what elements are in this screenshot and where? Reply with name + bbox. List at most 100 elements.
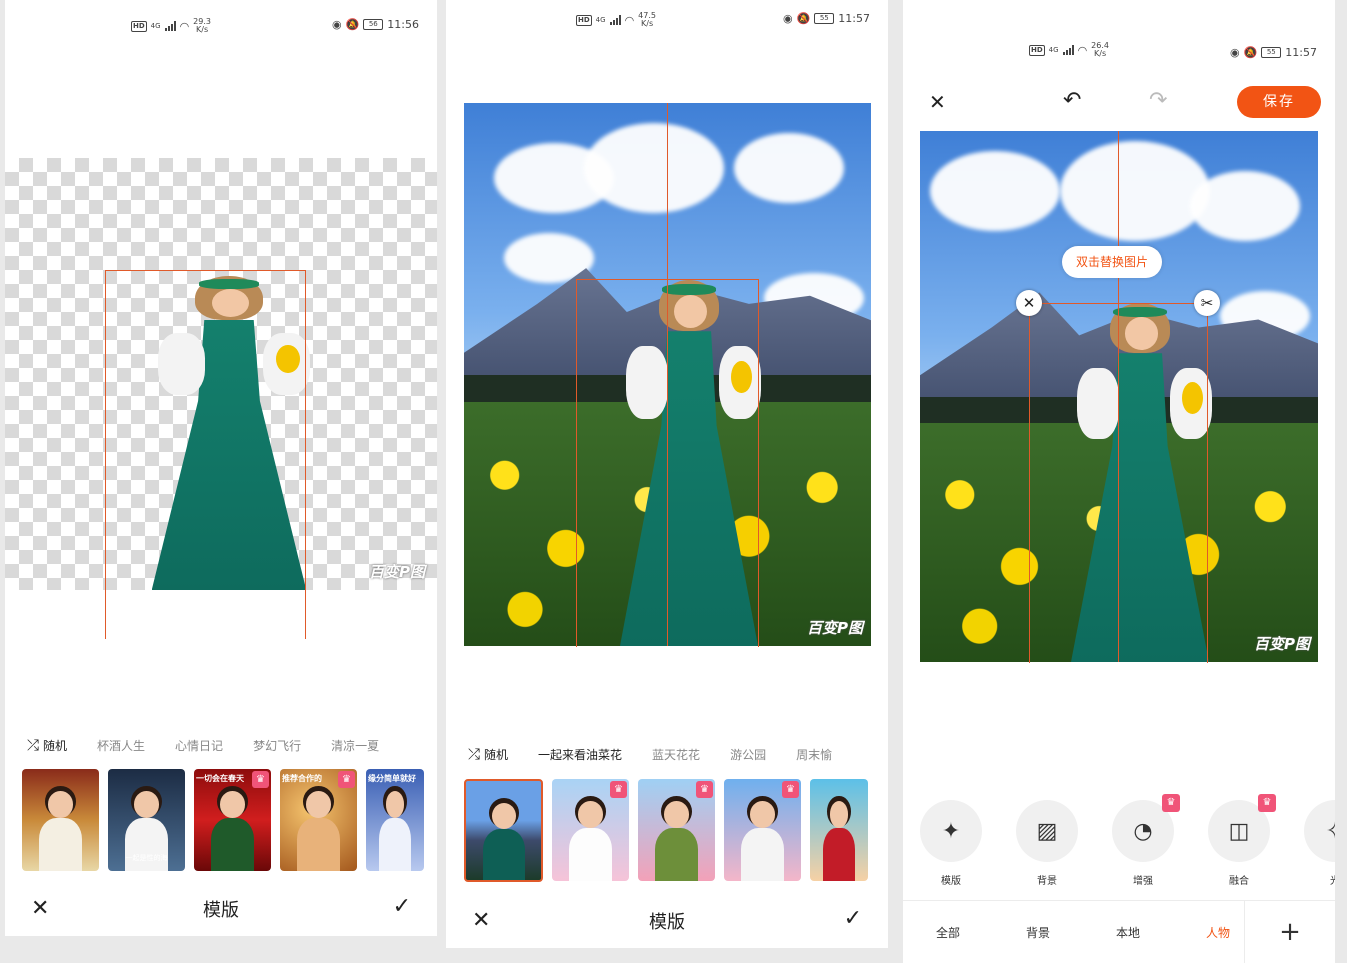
background-icon: ▨ bbox=[1036, 818, 1058, 844]
close-icon[interactable]: ✕ bbox=[929, 90, 946, 114]
thumb-caption: 缘分简单就好 bbox=[368, 774, 416, 783]
template-thumb[interactable]: ♛ bbox=[552, 779, 629, 881]
signal-icon bbox=[164, 21, 176, 31]
tool-label: 背景 bbox=[1037, 876, 1057, 887]
category-bar: 全部 背景 本地 人物 + bbox=[903, 900, 1335, 963]
tab-dream-flight[interactable]: 梦幻飞行 bbox=[253, 737, 301, 754]
tool-label: 融合 bbox=[1229, 876, 1249, 887]
status-bar: HD 4G ◠ 29.3 K/s ◉ 🔕 56 11:56 bbox=[5, 0, 437, 40]
tool-blend[interactable]: ◫ ♛ 融合 bbox=[1207, 794, 1276, 887]
watermark: 百变P图 bbox=[807, 619, 863, 637]
crop-guide-box[interactable] bbox=[576, 279, 759, 647]
magic-wand-icon: ✦ bbox=[941, 818, 961, 844]
category-all[interactable]: 全部 bbox=[903, 924, 993, 941]
bottom-title: 模版 bbox=[649, 912, 685, 933]
template-thumbnails: ♛ ♛ ♛ bbox=[464, 779, 868, 882]
mute-icon: 🔕 bbox=[345, 18, 360, 31]
tab-blue-sky[interactable]: 蓝天花花 bbox=[652, 746, 700, 763]
eye-icon: ◉ bbox=[1229, 46, 1240, 59]
tab-weekend[interactable]: 周末愉 bbox=[796, 746, 832, 763]
time-label: 11:57 bbox=[1285, 46, 1317, 59]
mute-icon: 🔕 bbox=[1243, 46, 1258, 59]
thumb-caption: 一起是性的海 bbox=[125, 854, 168, 862]
network-label: 4G bbox=[1048, 46, 1059, 54]
time-label: 11:56 bbox=[387, 18, 419, 31]
status-bar: HD 4G ◠ 47.5 K/s ◉ 🔕 55 11:57 bbox=[446, 0, 888, 40]
hd-icon: HD bbox=[1029, 44, 1045, 56]
editor-toolbar: ✕ ↶ ↷ 保存 bbox=[903, 84, 1335, 122]
vip-crown-icon: ♛ bbox=[610, 781, 627, 798]
battery-icon: 55 bbox=[814, 13, 835, 24]
add-icon[interactable]: + bbox=[1244, 901, 1335, 963]
template-thumb[interactable] bbox=[810, 779, 868, 881]
vip-crown-icon: ♛ bbox=[1162, 794, 1180, 812]
tab-random[interactable]: ⤮ 随机 bbox=[27, 736, 67, 754]
thumb-caption: 推荐合作的 bbox=[282, 774, 322, 783]
network-label: 4G bbox=[595, 16, 606, 24]
hd-icon: HD bbox=[131, 20, 147, 32]
mute-icon: 🔕 bbox=[796, 12, 811, 25]
network-speed: 47.5 K/s bbox=[638, 11, 656, 28]
blend-icon: ◫ bbox=[1228, 818, 1250, 844]
cutout-scissors-icon[interactable]: ✂ bbox=[1194, 290, 1220, 316]
signal-icon bbox=[609, 15, 621, 25]
wifi-icon: ◠ bbox=[1077, 43, 1088, 57]
template-tabs: ⤮ 随机 一起来看油菜花 蓝天花花 游公园 周末愉 bbox=[468, 745, 862, 763]
tool-background[interactable]: ▨ 背景 bbox=[1015, 800, 1079, 887]
thumb-caption: 一切会在春天 bbox=[196, 774, 244, 783]
template-thumb-selected[interactable] bbox=[464, 779, 543, 882]
tab-rapeseed[interactable]: 一起来看油菜花 bbox=[538, 746, 622, 763]
vip-crown-icon: ♛ bbox=[252, 771, 269, 788]
tool-label: 光 bbox=[1330, 876, 1335, 887]
time-label: 11:57 bbox=[838, 12, 870, 25]
light-icon: ✧ bbox=[1326, 819, 1335, 844]
network-label: 4G bbox=[150, 22, 161, 30]
shuffle-icon: ⤮ bbox=[27, 736, 40, 754]
tool-light[interactable]: ✧ 光 bbox=[1303, 800, 1335, 887]
status-bar: HD 4G ◠ 26.4 K/s ◉ 🔕 55 11:57 bbox=[903, 0, 1335, 59]
vip-crown-icon: ♛ bbox=[782, 781, 799, 798]
battery-icon: 56 bbox=[363, 19, 384, 30]
confirm-icon[interactable]: ✓ bbox=[393, 894, 411, 919]
vip-crown-icon: ♛ bbox=[696, 781, 713, 798]
delete-layer-icon[interactable]: ✕ bbox=[1016, 290, 1042, 316]
confirm-icon[interactable]: ✓ bbox=[844, 906, 862, 931]
template-thumb[interactable]: ♛ bbox=[724, 779, 801, 881]
signal-icon bbox=[1062, 45, 1074, 55]
template-panel-scene: HD 4G ◠ 47.5 K/s ◉ 🔕 55 11:57 百变P图 ⤮ 随机 一起… bbox=[446, 0, 888, 948]
wifi-icon: ◠ bbox=[179, 19, 190, 33]
vip-crown-icon: ♛ bbox=[338, 771, 355, 788]
tab-park[interactable]: 游公园 bbox=[730, 746, 766, 763]
watermark: 百变P图 bbox=[1254, 635, 1310, 653]
vip-crown-icon: ♛ bbox=[1258, 794, 1276, 812]
crop-guide-box[interactable] bbox=[105, 270, 306, 639]
redo-icon[interactable]: ↷ bbox=[1149, 88, 1167, 113]
tool-label: 模版 bbox=[941, 876, 961, 887]
save-button[interactable]: 保存 bbox=[1237, 86, 1321, 118]
template-thumb[interactable]: 一起是性的海 bbox=[108, 769, 185, 871]
wifi-icon: ◠ bbox=[624, 13, 635, 27]
bottom-bar: ✕ 模版 ✓ bbox=[5, 880, 437, 936]
bottom-title: 模版 bbox=[203, 900, 239, 921]
tab-random[interactable]: ⤮ 随机 bbox=[468, 745, 508, 763]
tab-cool-summer[interactable]: 清凉一夏 bbox=[331, 737, 379, 754]
tab-mood-diary[interactable]: 心情日记 bbox=[175, 737, 223, 754]
category-background[interactable]: 背景 bbox=[993, 924, 1083, 941]
selection-box[interactable] bbox=[1029, 303, 1208, 663]
template-thumb[interactable] bbox=[22, 769, 99, 871]
tool-template[interactable]: ✦ 模版 bbox=[919, 800, 983, 887]
template-thumb[interactable]: ♛ 推荐合作的 bbox=[280, 769, 357, 871]
editor-panel: HD 4G ◠ 26.4 K/s ◉ 🔕 55 11:57 ✕ ↶ ↷ 保存 百变… bbox=[903, 0, 1335, 963]
template-thumbnails: 一起是性的海 ♛ 一切会在春天 ♛ 推荐合作的 缘分简单就好 bbox=[22, 769, 424, 871]
template-thumb[interactable]: ♛ bbox=[638, 779, 715, 881]
tool-label: 增强 bbox=[1133, 876, 1153, 887]
tool-enhance[interactable]: ◔ ♛ 增强 bbox=[1111, 794, 1180, 887]
template-thumb[interactable]: ♛ 一切会在春天 bbox=[194, 769, 271, 871]
eye-icon: ◉ bbox=[331, 18, 342, 31]
template-thumb[interactable]: 缘分简单就好 bbox=[366, 769, 424, 871]
battery-icon: 55 bbox=[1261, 47, 1282, 58]
category-local[interactable]: 本地 bbox=[1083, 924, 1173, 941]
tab-cup-life[interactable]: 杯酒人生 bbox=[97, 737, 145, 754]
undo-icon[interactable]: ↶ bbox=[1063, 88, 1081, 113]
watermark: 百变P图 bbox=[369, 563, 425, 581]
